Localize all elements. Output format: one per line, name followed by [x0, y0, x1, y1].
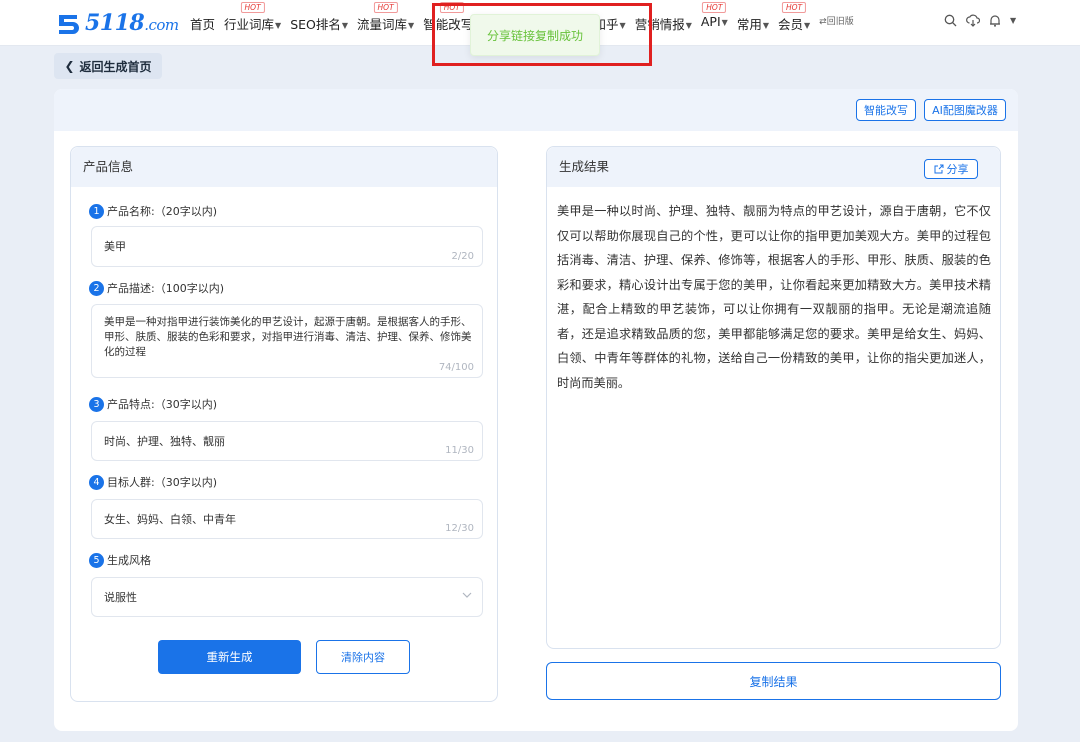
step-number: 1	[89, 203, 104, 219]
result-text: 美甲是一种以时尚、护理、独特、靓丽为特点的甲艺设计，源自于唐朝，它不仅仅可以帮助…	[557, 204, 991, 390]
chevron-left-icon: ❮	[64, 59, 75, 73]
nav-item-industry-words[interactable]: HOT 行业词库▼	[224, 2, 282, 33]
product-features-label: 3 产品特点:（30字以内)	[89, 396, 217, 412]
search-icon[interactable]	[944, 14, 957, 31]
step-number: 4	[89, 474, 104, 490]
target-audience-label: 4 目标人群:（30字以内)	[89, 474, 217, 490]
product-desc-label: 2 产品描述:（100字以内)	[89, 280, 224, 296]
nav-item-api[interactable]: HOT API▼	[701, 2, 728, 33]
user-menu-caret-icon[interactable]: ▼	[1010, 14, 1016, 31]
style-select[interactable]: 说服性	[91, 577, 483, 617]
main-card-header: 智能改写 AI配图魔改器	[54, 89, 1018, 131]
caret-down-icon: ▼	[685, 21, 692, 30]
product-info-panel: 产品信息 1 产品名称:（20字以内) 美甲 2/20 2 产品描述:（100字…	[70, 146, 498, 702]
logo-icon	[59, 15, 79, 34]
share-button[interactable]: 分享	[924, 159, 978, 179]
product-name-label: 1 产品名称:（20字以内)	[89, 203, 217, 219]
char-counter: 12/30	[445, 523, 474, 534]
nav-item-common[interactable]: 常用▼	[737, 14, 769, 33]
step-number: 5	[89, 552, 104, 568]
back-button-label: 返回生成首页	[79, 59, 152, 74]
hot-badge: HOT	[373, 2, 398, 13]
old-version-link[interactable]: ⇄回旧版	[819, 14, 854, 33]
result-panel: 生成结果 分享 美甲是一种以时尚、护理、独特、靓丽为特点的甲艺设计，源自于唐朝，…	[546, 146, 1001, 649]
char-counter: 11/30	[445, 445, 474, 456]
copy-result-button[interactable]: 复制结果	[546, 662, 1001, 700]
nav-item-home[interactable]: 首页	[190, 14, 215, 33]
site-logo[interactable]: 5118.com	[54, 8, 179, 38]
product-features-input[interactable]: 时尚、护理、独特、靓丽 11/30	[91, 421, 483, 461]
product-name-input[interactable]: 美甲 2/20	[91, 226, 483, 267]
step-number: 2	[89, 280, 104, 296]
caret-down-icon: ▼	[804, 21, 811, 30]
product-desc-textarea[interactable]: 美甲是一种对指甲进行装饰美化的甲艺设计，起源于唐朝。是根据客人的手形、甲形、肤质…	[91, 304, 483, 378]
caret-down-icon: ▼	[762, 21, 769, 30]
bell-icon[interactable]	[989, 14, 1001, 31]
nav-item-traffic-words[interactable]: HOT 流量词库▼	[357, 2, 415, 33]
char-counter: 74/100	[438, 362, 474, 373]
logo-text: 5118.com	[85, 10, 179, 36]
caret-down-icon: ▼	[408, 21, 415, 30]
ai-image-button[interactable]: AI配图魔改器	[924, 99, 1006, 121]
hot-badge: HOT	[702, 2, 727, 13]
char-counter: 2/20	[451, 251, 474, 262]
caret-down-icon: ▼	[341, 21, 349, 30]
main-card: 智能改写 AI配图魔改器 产品信息 1 产品名称:（20字以内) 美甲 2/20…	[54, 89, 1018, 731]
step-number: 3	[89, 396, 104, 412]
hot-badge: HOT	[782, 2, 807, 13]
hot-badge: HOT	[240, 2, 265, 13]
target-audience-input[interactable]: 女生、妈妈、白领、中青年 12/30	[91, 499, 483, 539]
nav-item-member[interactable]: HOT 会员▼	[778, 2, 811, 33]
caret-down-icon: ▼	[721, 18, 728, 27]
clear-content-button[interactable]: 清除内容	[316, 640, 410, 674]
caret-down-icon: ▼	[275, 21, 282, 30]
panel-title: 产品信息	[71, 147, 497, 187]
style-label: 5 生成风格	[89, 552, 151, 568]
highlight-annotation	[432, 3, 652, 66]
nav-item-seo-rank[interactable]: SEO排名▼	[290, 14, 348, 33]
regenerate-button[interactable]: 重新生成	[158, 640, 301, 674]
back-to-home-button[interactable]: ❮ 返回生成首页	[54, 53, 162, 79]
smart-rewrite-button[interactable]: 智能改写	[856, 99, 916, 121]
cloud-download-icon[interactable]	[966, 14, 981, 31]
top-icons: ▼	[944, 14, 1016, 31]
share-icon	[934, 164, 943, 174]
chevron-down-icon	[462, 590, 472, 601]
